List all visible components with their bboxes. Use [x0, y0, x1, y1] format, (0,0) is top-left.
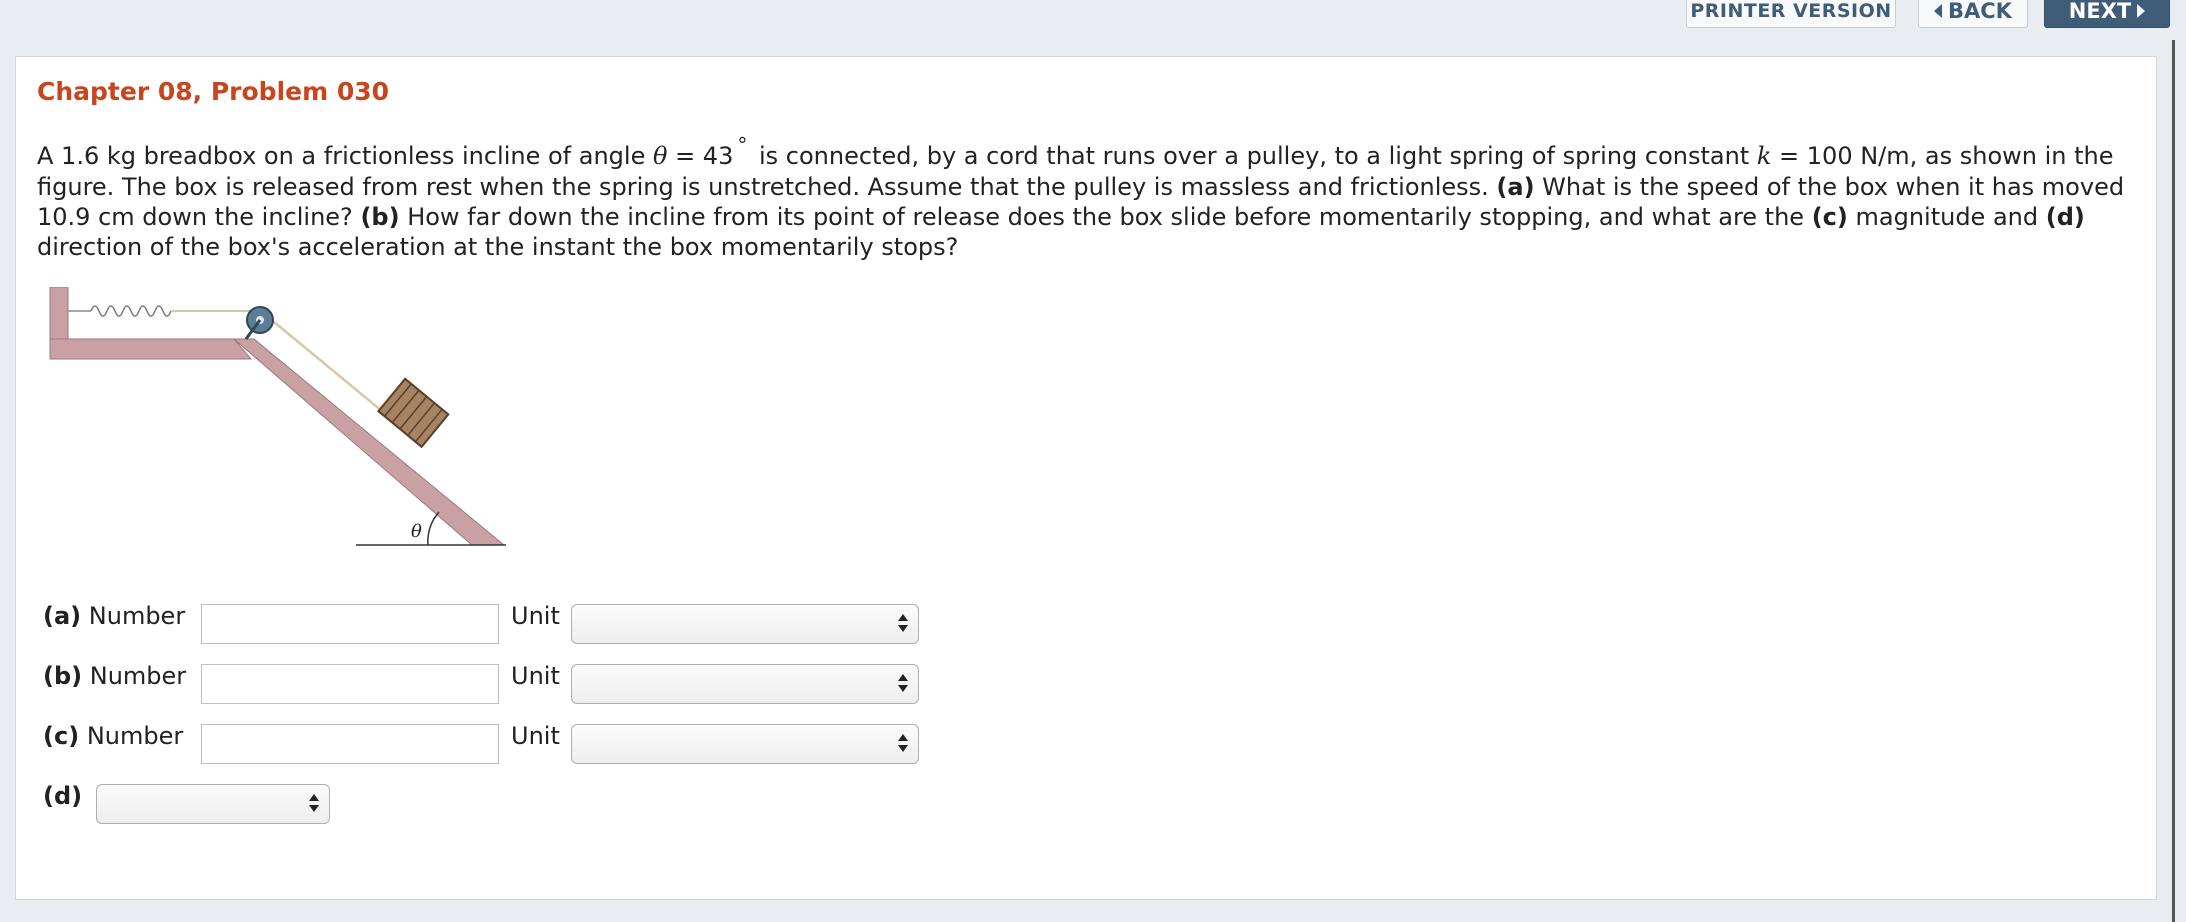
- theta-symbol: θ: [652, 142, 668, 170]
- problem-statement: A 1.6 kg breadbox on a frictionless incl…: [37, 133, 2137, 262]
- answer-c-number-label: Number: [86, 722, 184, 750]
- next-button[interactable]: NEXT: [2044, 0, 2170, 28]
- incline-slab: [232, 338, 506, 546]
- answer-b-unit-label: Unit: [511, 662, 560, 690]
- answer-c-part: (c): [43, 722, 80, 750]
- spring-coil: [90, 305, 172, 317]
- answer-c-unit-label: Unit: [511, 722, 560, 750]
- problem-text: is connected, by a cord that runs over a…: [751, 142, 1757, 170]
- back-label: BACK: [1948, 0, 2012, 23]
- top-navigation: PRINTER VERSION BACK NEXT: [0, 0, 2186, 40]
- answer-b-label: (b) Number: [43, 662, 186, 690]
- problem-title: Chapter 08, Problem 030: [37, 77, 390, 106]
- problem-text: direction of the box's acceleration at t…: [37, 233, 959, 261]
- answer-b-part: (b): [43, 662, 83, 690]
- answer-a-number-input[interactable]: [201, 604, 499, 644]
- answer-a-unit-label: Unit: [511, 602, 560, 630]
- angle-arc: [427, 511, 440, 546]
- answer-a-unit-select[interactable]: [571, 604, 919, 644]
- shelf: [49, 338, 253, 360]
- select-arrows-icon: [898, 734, 908, 754]
- answer-b-unit-select[interactable]: [571, 664, 919, 704]
- printer-version-label: PRINTER VERSION: [1690, 0, 1892, 22]
- part-a-marker: (a): [1496, 173, 1535, 201]
- select-arrows-icon: [898, 614, 908, 634]
- chevron-right-icon: [2137, 4, 2146, 18]
- answer-c-number-input[interactable]: [201, 724, 499, 764]
- k-symbol: k: [1756, 142, 1772, 170]
- problem-text: = 43: [667, 142, 734, 170]
- chevron-left-icon: [1934, 4, 1943, 18]
- incline-figure: θ: [49, 287, 506, 546]
- back-button[interactable]: BACK: [1918, 0, 2028, 28]
- problem-text: How far down the incline from its point …: [399, 203, 1812, 231]
- problem-panel: Chapter 08, Problem 030 A 1.6 kg breadbo…: [15, 56, 2157, 900]
- answer-b-number-label: Number: [89, 662, 187, 690]
- printer-version-button[interactable]: PRINTER VERSION: [1686, 0, 1896, 28]
- part-b-marker: (b): [360, 203, 400, 231]
- next-label: NEXT: [2068, 0, 2132, 23]
- degree-symbol: °: [737, 133, 748, 157]
- answer-a-number-label: Number: [88, 602, 186, 630]
- select-arrows-icon: [898, 674, 908, 694]
- answer-a-part: (a): [43, 602, 82, 630]
- answer-a-label: (a) Number: [43, 602, 185, 630]
- part-d-marker: (d): [2045, 203, 2085, 231]
- window-edge: [2172, 40, 2175, 922]
- breadbox: [376, 377, 450, 449]
- answer-c-label: (c) Number: [43, 722, 183, 750]
- answer-d-part: (d): [43, 782, 83, 810]
- select-arrows-icon: [309, 794, 319, 814]
- answer-b-number-input[interactable]: [201, 664, 499, 704]
- answer-d-direction-select[interactable]: [96, 784, 330, 824]
- problem-text: magnitude and: [1847, 203, 2046, 231]
- angle-label: θ: [411, 521, 422, 542]
- problem-text: A 1.6 kg breadbox on a frictionless incl…: [37, 142, 653, 170]
- answer-c-unit-select[interactable]: [571, 724, 919, 764]
- answer-d-label: (d): [43, 782, 82, 810]
- part-c-marker: (c): [1811, 203, 1848, 231]
